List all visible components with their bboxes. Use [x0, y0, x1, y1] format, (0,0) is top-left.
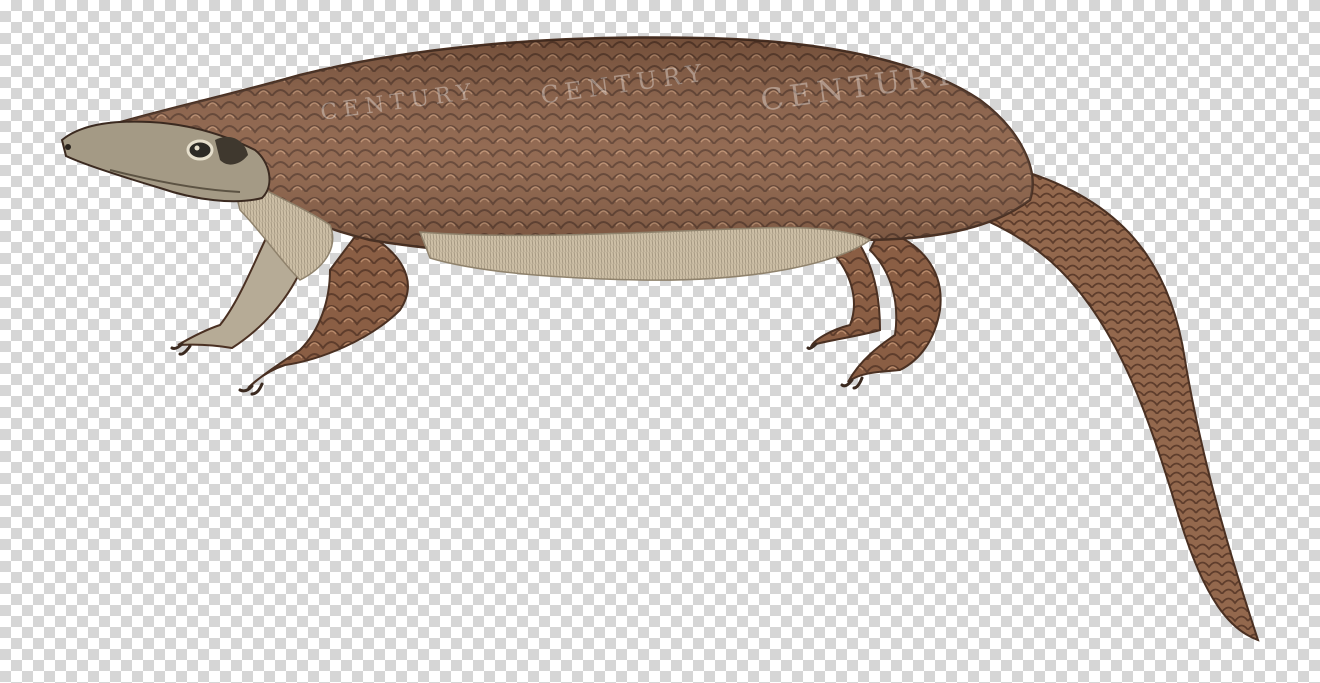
tail [957, 168, 1260, 642]
eye [186, 139, 214, 161]
belly [418, 226, 872, 281]
pangolin-illustration [60, 36, 1260, 642]
image-canvas: CENTURY CENTURY CENTURY [0, 0, 1320, 683]
